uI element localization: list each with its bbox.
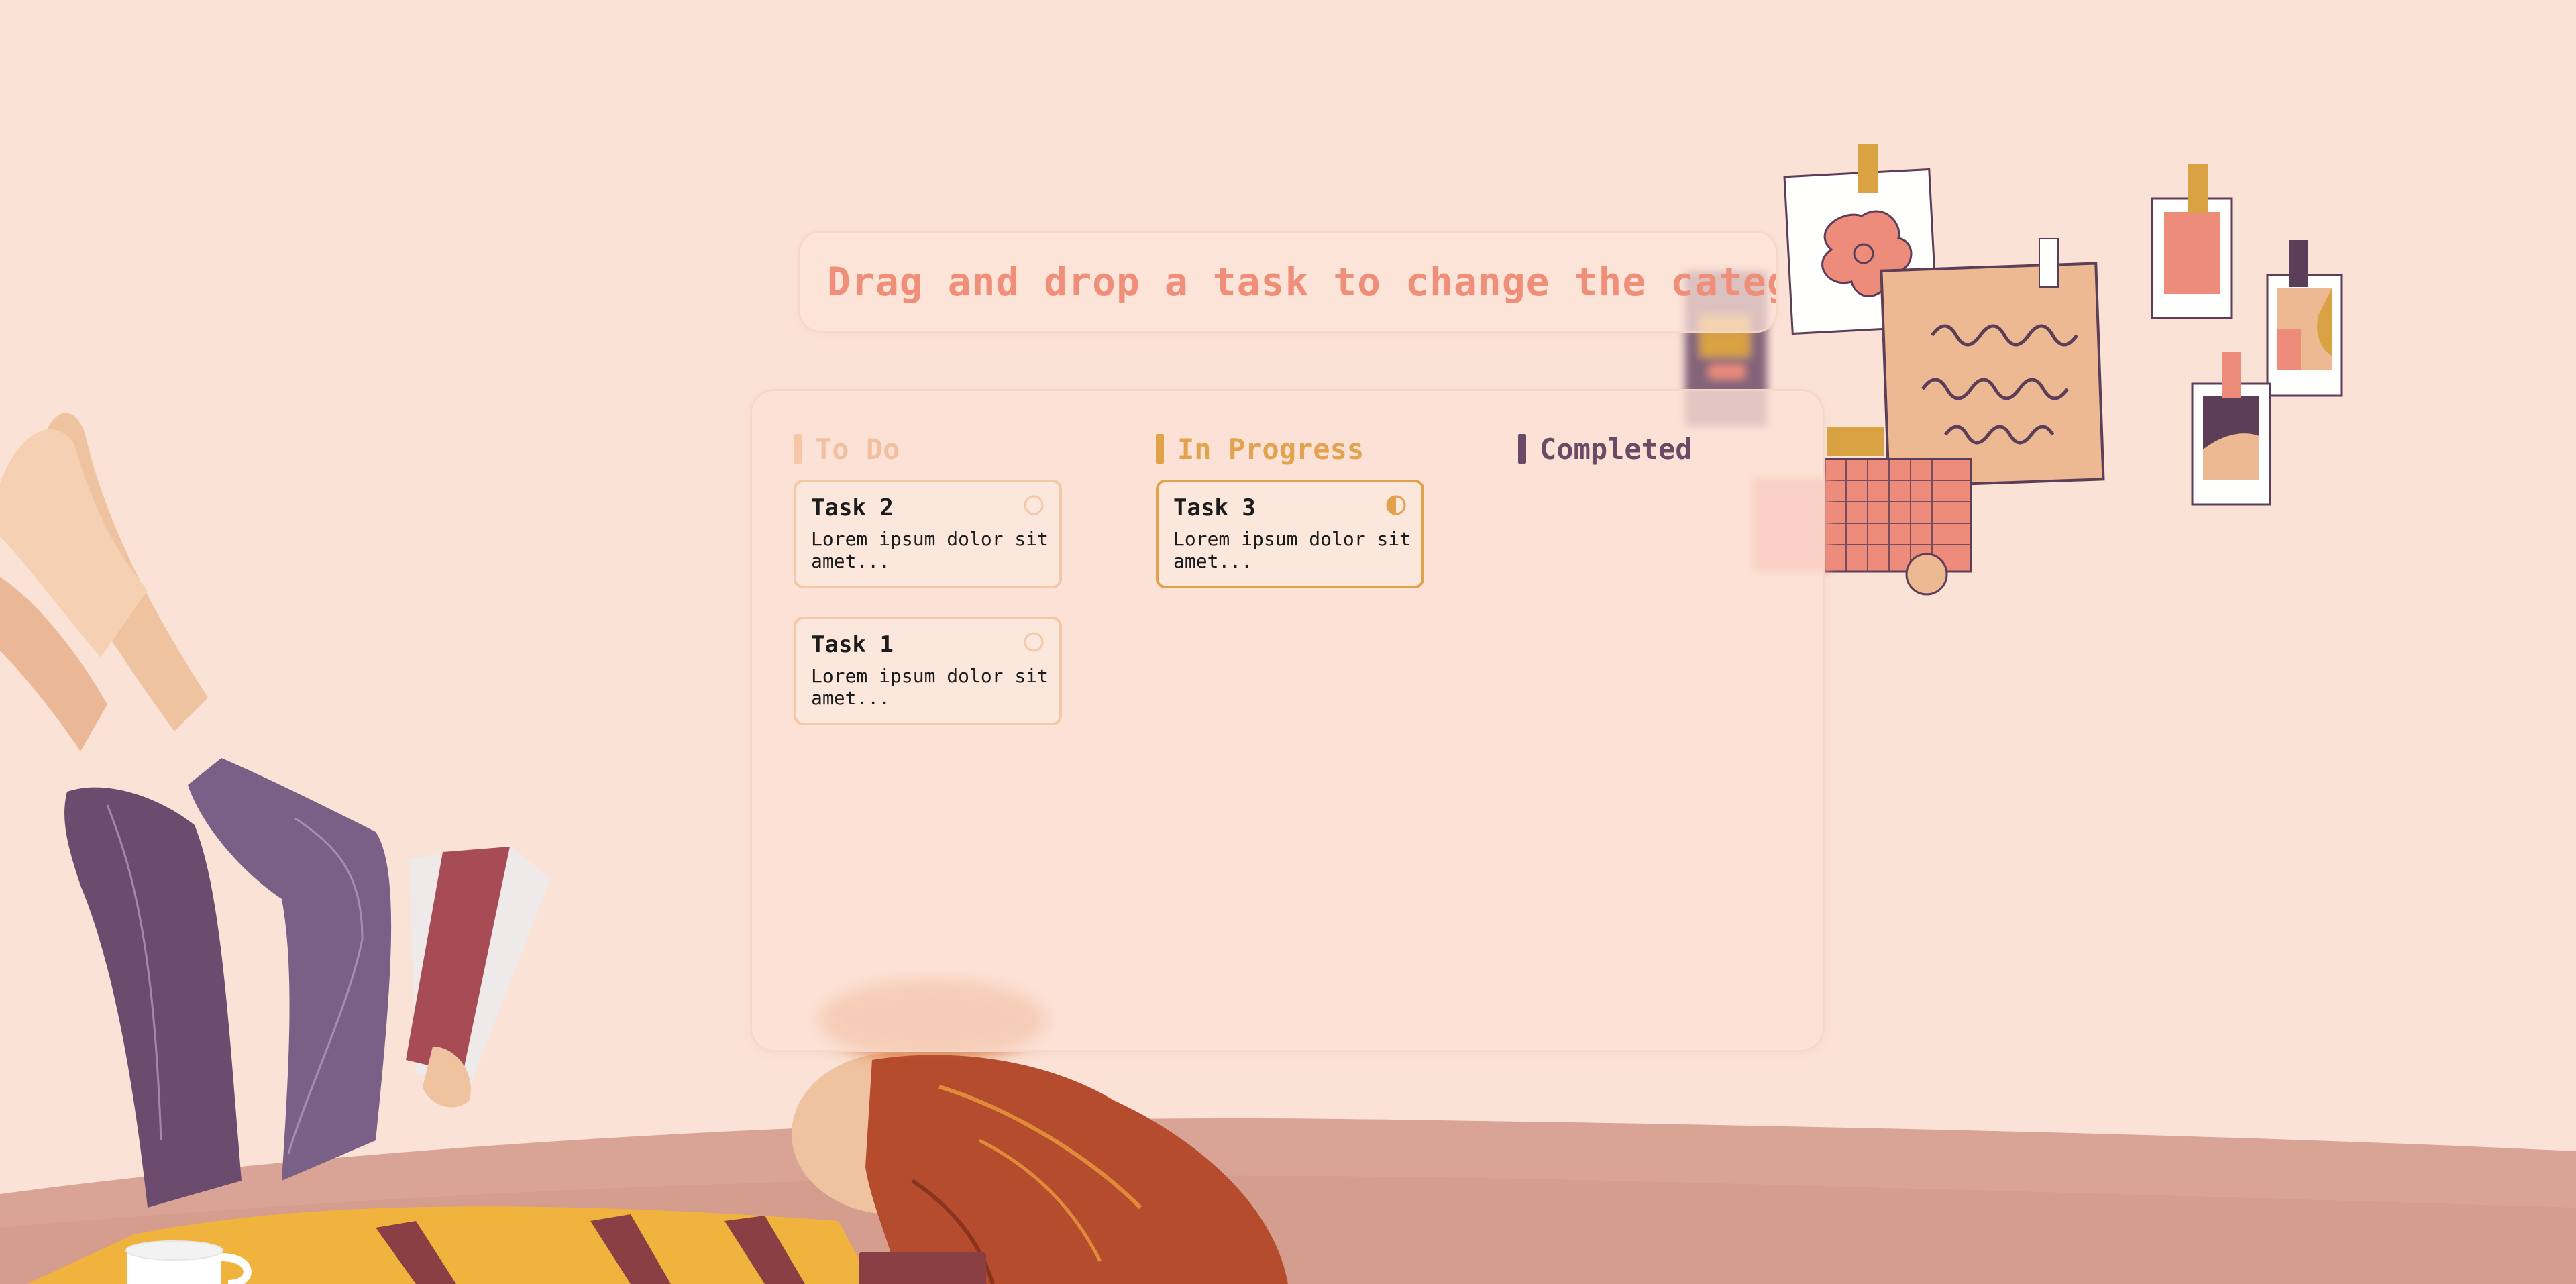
- column-title-todo: To Do: [815, 432, 900, 466]
- task-description: Lorem ipsum dolor sit amet...: [811, 665, 1049, 709]
- half-circle-icon: [1386, 495, 1406, 515]
- column-accent-bar: [1518, 434, 1526, 464]
- column-accent-bar: [794, 434, 802, 464]
- column-header: Completed: [1518, 431, 1800, 466]
- column-in-progress[interactable]: In Progress Task 3 Lorem ipsum dolor sit…: [1156, 431, 1438, 617]
- column-header: In Progress: [1156, 431, 1438, 466]
- task-description: Lorem ipsum dolor sit amet...: [1173, 528, 1411, 572]
- empty-circle-icon: [1024, 495, 1044, 515]
- empty-circle-icon: [1024, 632, 1044, 652]
- task-description: Lorem ipsum dolor sit amet...: [811, 528, 1049, 572]
- task-title: Task 2: [811, 494, 894, 521]
- column-header: To Do: [794, 431, 1075, 466]
- column-todo[interactable]: To Do Task 2 Lorem ipsum dolor sit amet.…: [794, 431, 1075, 753]
- column-title-completed: Completed: [1540, 432, 1693, 466]
- kanban-board: To Do Task 2 Lorem ipsum dolor sit amet.…: [750, 389, 1825, 1052]
- instruction-text: Drag and drop a task to change the categ…: [827, 259, 1778, 305]
- instruction-banner: Drag and drop a task to change the categ…: [798, 231, 1778, 333]
- task-card-1[interactable]: Task 1 Lorem ipsum dolor sit amet...: [794, 617, 1062, 725]
- task-card-3[interactable]: Task 3 Lorem ipsum dolor sit amet...: [1156, 480, 1424, 588]
- column-completed[interactable]: Completed: [1518, 431, 1800, 480]
- task-title: Task 1: [811, 631, 894, 658]
- task-title: Task 3: [1173, 494, 1256, 521]
- column-accent-bar: [1156, 434, 1164, 464]
- task-card-2[interactable]: Task 2 Lorem ipsum dolor sit amet...: [794, 480, 1062, 588]
- column-title-in-progress: In Progress: [1177, 432, 1364, 466]
